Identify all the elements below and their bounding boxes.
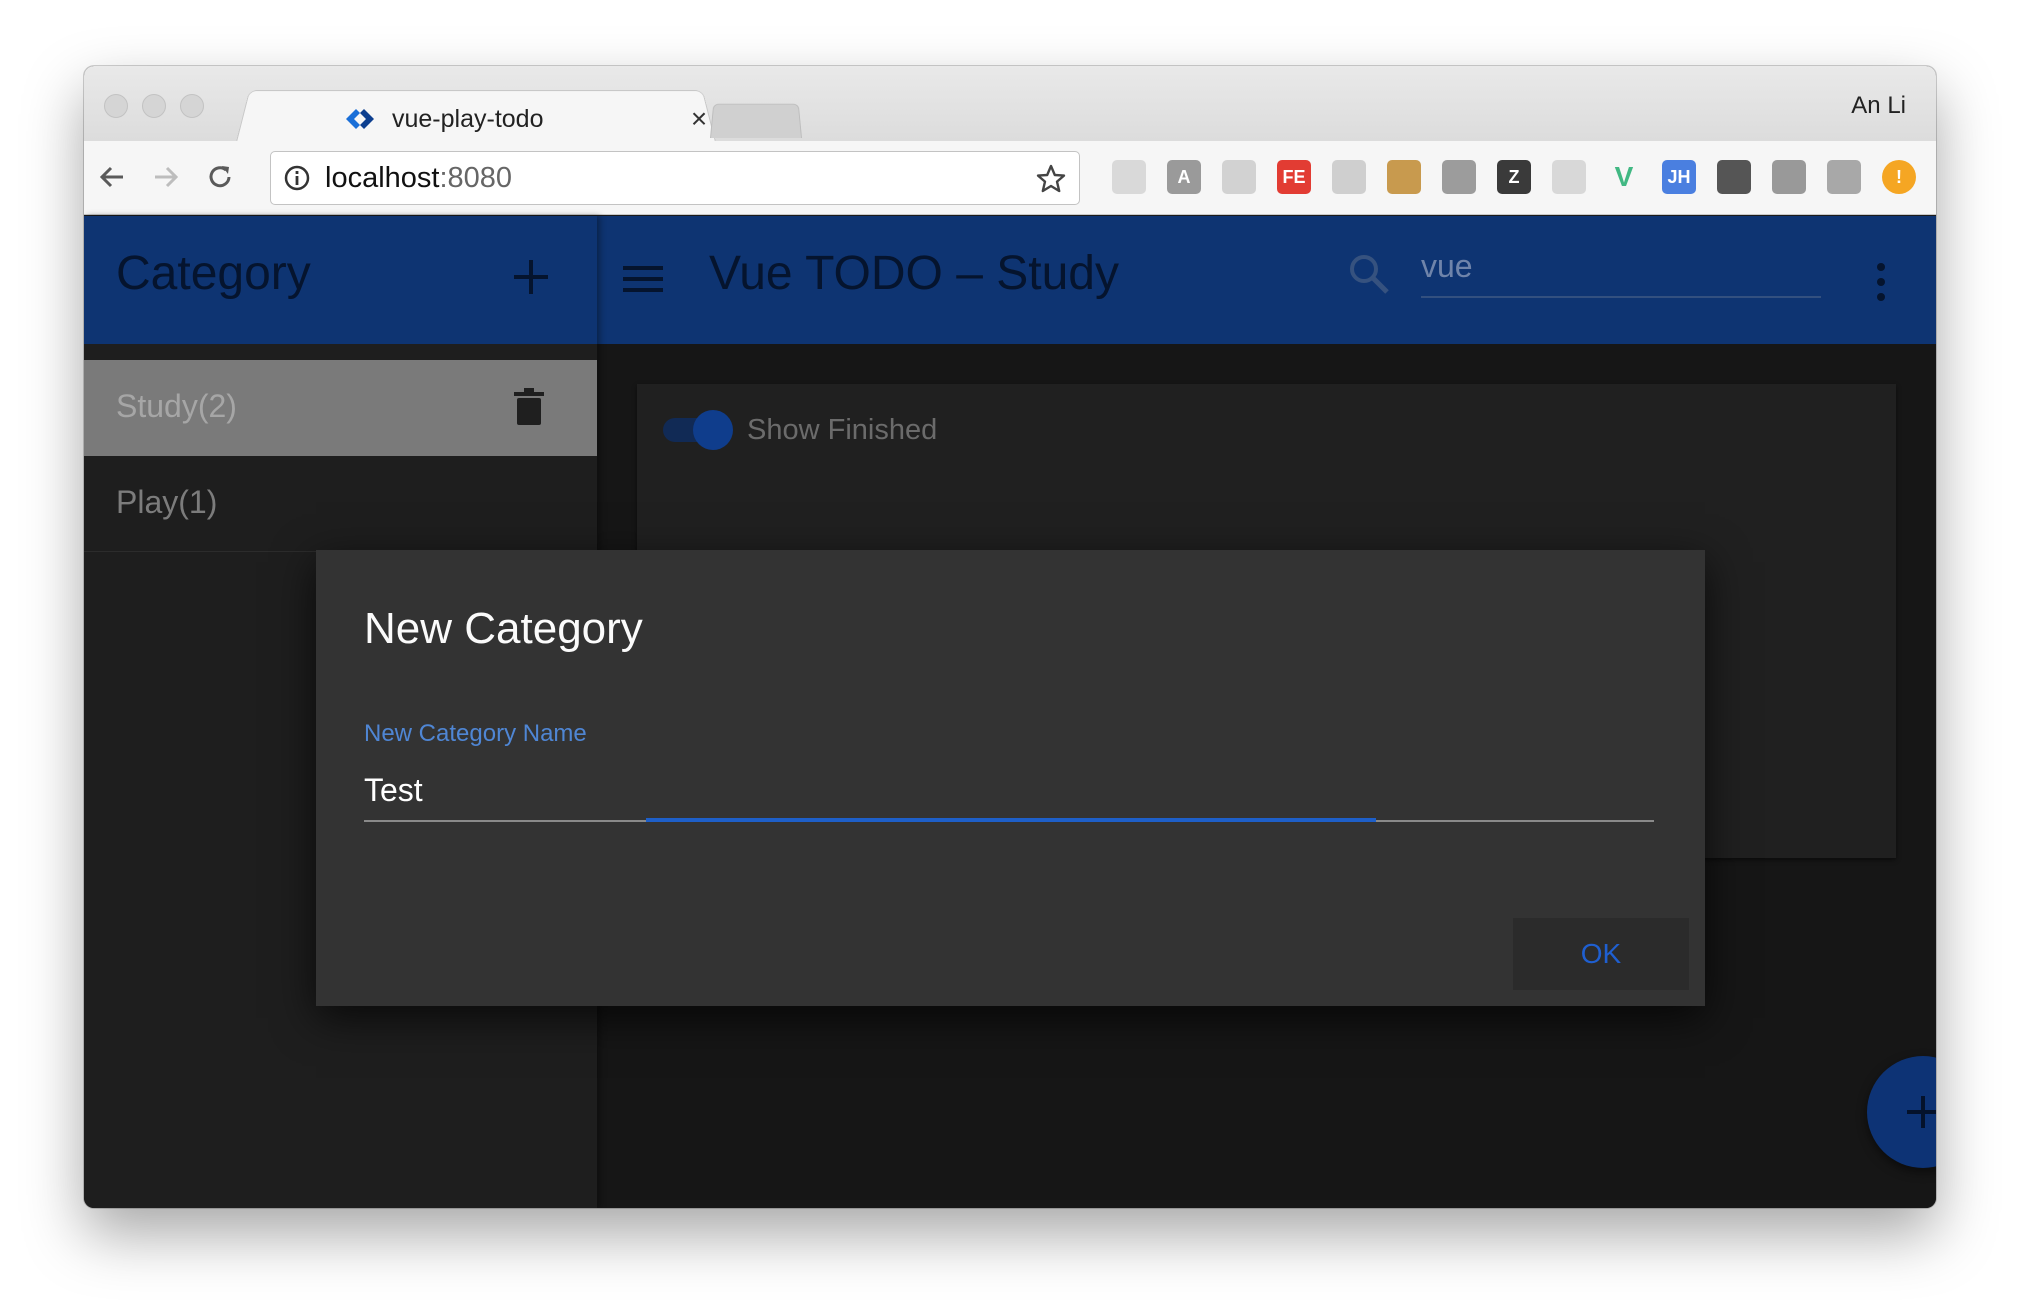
reload-button[interactable] — [200, 157, 240, 197]
arrow-left-icon — [99, 166, 123, 188]
close-window-button[interactable] — [104, 94, 128, 118]
arrow-right-icon — [155, 166, 179, 188]
fe-icon[interactable]: FE — [1277, 160, 1311, 194]
tab-title: vue-play-todo — [392, 104, 544, 133]
jh-icon[interactable]: JH — [1662, 160, 1696, 194]
minimize-window-button[interactable] — [142, 94, 166, 118]
vue-favicon-icon — [346, 109, 374, 129]
z-icon[interactable]: Z — [1497, 160, 1531, 194]
tab-bar: vue-play-todo × An Li — [84, 66, 1936, 144]
browser-tab-content[interactable]: vue-play-todo × — [256, 94, 726, 144]
tab-close-icon[interactable]: × — [686, 105, 712, 133]
category-name-input[interactable]: Test — [364, 772, 423, 809]
reload-icon — [209, 166, 231, 188]
vue-icon[interactable]: V — [1607, 160, 1641, 194]
info-icon[interactable] — [283, 164, 311, 192]
maximize-window-button[interactable] — [180, 94, 204, 118]
warning-icon[interactable]: ! — [1882, 160, 1916, 194]
url-host: localhost — [325, 161, 440, 194]
ext-1-icon[interactable] — [1112, 160, 1146, 194]
browser-window: vue-play-todo × An Li localhost:8080 A … — [84, 66, 1936, 1208]
category-name-label: New Category Name — [364, 720, 587, 747]
bookmark-star-icon[interactable] — [1035, 163, 1067, 195]
ext-6-icon[interactable] — [1387, 160, 1421, 194]
ok-button[interactable]: OK — [1513, 918, 1689, 990]
ext-5-icon[interactable] — [1332, 160, 1366, 194]
todo-app: Category Study(2) Play(1) Vue TODO – Stu… — [84, 216, 1936, 1208]
back-button[interactable] — [92, 157, 132, 197]
ext-3-icon[interactable] — [1222, 160, 1256, 194]
dialog-title: New Category — [364, 604, 643, 653]
camera-icon[interactable] — [1717, 160, 1751, 194]
forward-button[interactable] — [146, 157, 186, 197]
ext-13-icon[interactable] — [1772, 160, 1806, 194]
react-icon[interactable] — [1442, 160, 1476, 194]
ext-9-icon[interactable] — [1552, 160, 1586, 194]
browser-toolbar: localhost:8080 A FE Z V JH! — [84, 141, 1936, 215]
ext-14-icon[interactable] — [1827, 160, 1861, 194]
url-port: :8080 — [439, 161, 513, 194]
new-category-dialog: New Category New Category Name Test OK — [316, 550, 1705, 1006]
profile-name[interactable]: An Li — [1851, 92, 1906, 120]
new-tab-button[interactable] — [710, 103, 802, 138]
angular-icon[interactable]: A — [1167, 160, 1201, 194]
address-bar[interactable]: localhost:8080 — [270, 151, 1080, 205]
dialog-actions: OK — [1513, 918, 1689, 990]
input-focus-underline — [646, 818, 1376, 822]
